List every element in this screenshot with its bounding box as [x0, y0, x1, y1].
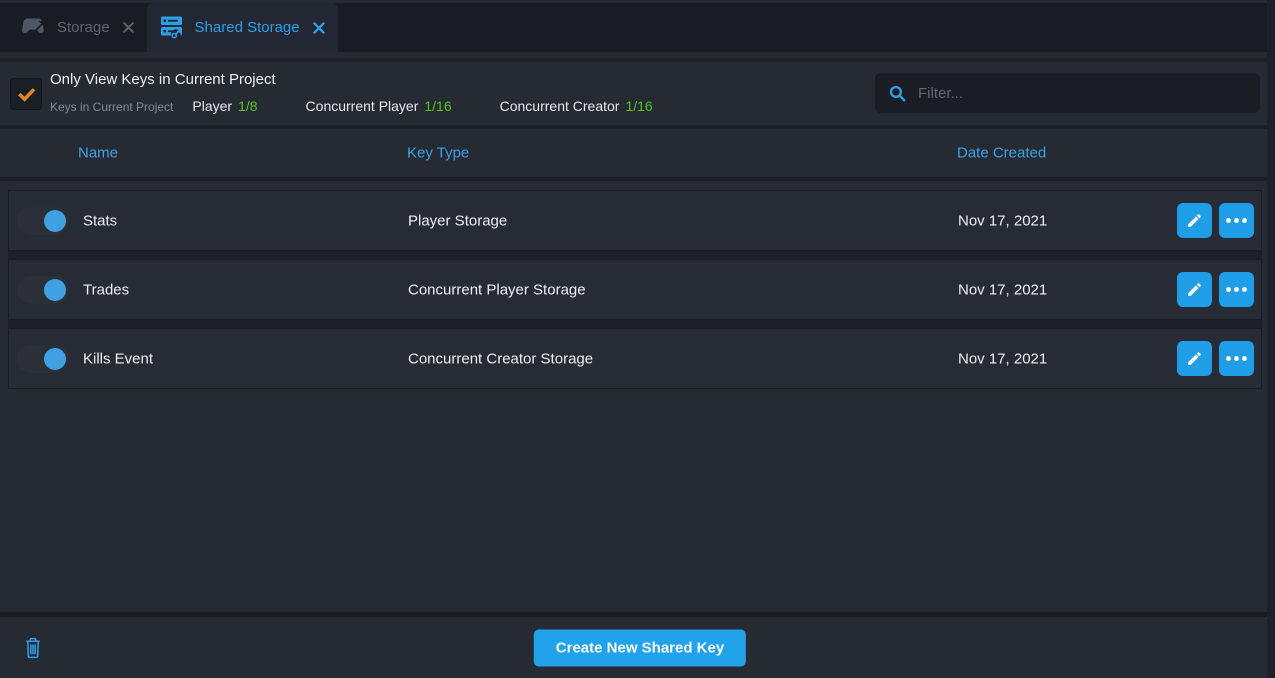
keys-summary-label: Keys in Current Project	[50, 100, 173, 114]
row-enabled-toggle[interactable]	[17, 207, 69, 235]
key-name: Trades	[83, 281, 129, 298]
tab-bar: Storage S	[0, 3, 1267, 52]
more-options-button[interactable]	[1219, 272, 1254, 307]
footer-bar: Create New Shared Key	[0, 617, 1267, 678]
key-type: Concurrent Player Storage	[408, 281, 586, 298]
tab-storage-close-icon[interactable]	[122, 21, 135, 34]
quota-concurrent-player-value: 1/16	[424, 98, 451, 114]
filter-input[interactable]	[916, 84, 1247, 103]
checkmark-icon	[17, 85, 36, 104]
key-name: Stats	[83, 212, 117, 229]
table-row: Trades Concurrent Player Storage Nov 17,…	[8, 259, 1262, 320]
row-separator	[8, 251, 1262, 259]
row-separator	[8, 320, 1262, 328]
quota-player-value: 1/8	[238, 98, 257, 114]
row-enabled-toggle[interactable]	[17, 345, 69, 373]
create-new-shared-key-button[interactable]: Create New Shared Key	[534, 629, 746, 666]
key-type: Player Storage	[408, 212, 507, 229]
trash-icon	[24, 636, 42, 659]
ellipsis-icon	[1226, 356, 1247, 361]
pencil-icon	[1186, 212, 1203, 229]
edit-button[interactable]	[1177, 272, 1212, 307]
tab-shared-storage-close-icon[interactable]	[312, 21, 326, 35]
pencil-icon	[1186, 350, 1203, 367]
quota-concurrent-player: Concurrent Player 1/16	[306, 98, 452, 114]
search-icon	[888, 84, 907, 103]
quota-player: Player 1/8	[192, 98, 257, 114]
only-current-project-checkbox[interactable]	[10, 78, 42, 110]
edit-button[interactable]	[1177, 203, 1212, 238]
more-options-button[interactable]	[1219, 203, 1254, 238]
gamepad-icon	[20, 17, 47, 38]
row-actions	[1177, 203, 1254, 238]
edit-button[interactable]	[1177, 341, 1212, 376]
shared-storage-icon	[159, 15, 185, 40]
ellipsis-icon	[1226, 287, 1247, 292]
shared-storage-panel: Storage S	[0, 0, 1267, 678]
row-actions	[1177, 272, 1254, 307]
key-name: Kills Event	[83, 350, 153, 367]
table-header: Name Key Type Date Created	[0, 129, 1267, 177]
shared-keys-list: Stats Player Storage Nov 17, 2021 Trades…	[0, 181, 1267, 612]
keys-header: Only View Keys in Current Project Keys i…	[0, 62, 1267, 125]
scrollbar-gutter[interactable]	[1267, 0, 1275, 678]
quota-summary: Keys in Current Project Player 1/8 Concu…	[50, 98, 653, 114]
tab-storage[interactable]: Storage	[8, 3, 147, 52]
column-header-key-type[interactable]: Key Type	[407, 145, 469, 162]
tab-shared-storage[interactable]: Shared Storage	[147, 3, 338, 52]
pencil-icon	[1186, 281, 1203, 298]
table-row: Stats Player Storage Nov 17, 2021	[8, 190, 1262, 251]
ellipsis-icon	[1226, 218, 1247, 223]
more-options-button[interactable]	[1219, 341, 1254, 376]
toggle-knob	[44, 210, 66, 232]
column-header-date-created[interactable]: Date Created	[957, 145, 1046, 162]
row-enabled-toggle[interactable]	[17, 276, 69, 304]
date-created: Nov 17, 2021	[958, 350, 1047, 367]
key-type: Concurrent Creator Storage	[408, 350, 593, 367]
quota-concurrent-creator: Concurrent Creator 1/16	[500, 98, 653, 114]
date-created: Nov 17, 2021	[958, 281, 1047, 298]
toggle-knob	[44, 279, 66, 301]
row-actions	[1177, 341, 1254, 376]
quota-concurrent-creator-value: 1/16	[625, 98, 652, 114]
checkbox-label: Only View Keys in Current Project	[50, 71, 276, 88]
column-header-name[interactable]: Name	[78, 145, 118, 162]
delete-button[interactable]	[22, 634, 44, 661]
tab-storage-label: Storage	[57, 19, 110, 36]
filter-box	[875, 73, 1260, 113]
date-created: Nov 17, 2021	[958, 212, 1047, 229]
tab-shared-storage-label: Shared Storage	[195, 19, 300, 36]
table-row: Kills Event Concurrent Creator Storage N…	[8, 328, 1262, 389]
toggle-knob	[44, 348, 66, 370]
